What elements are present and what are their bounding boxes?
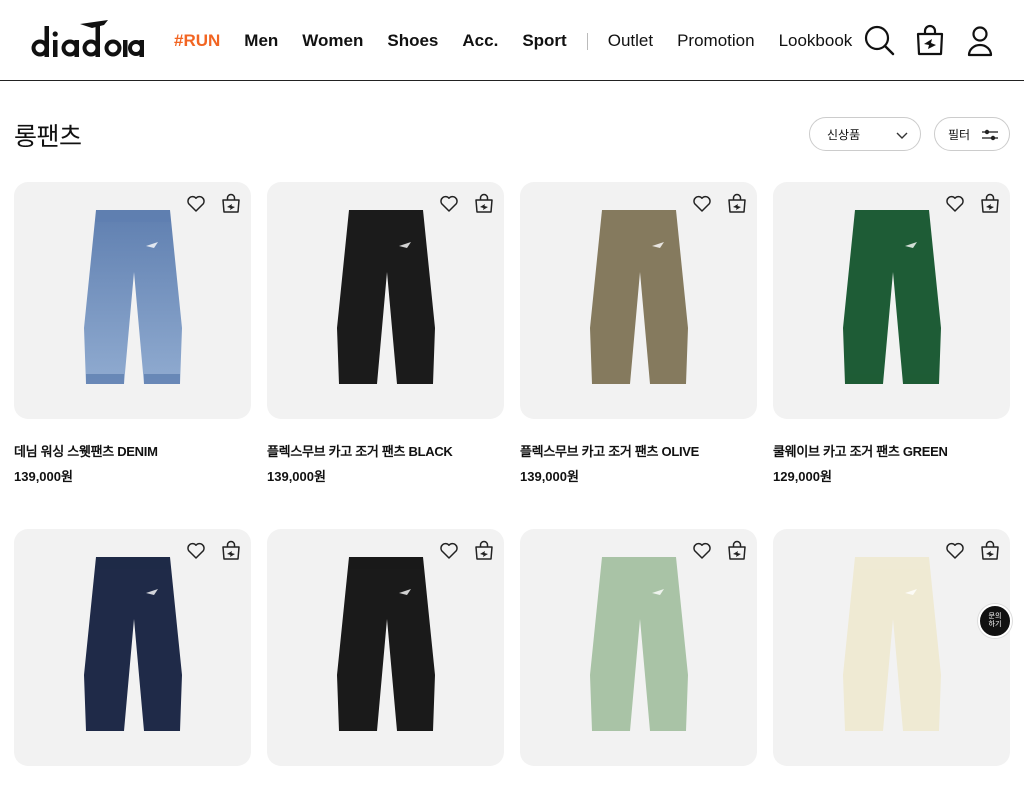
filter-sliders-icon: [982, 129, 998, 141]
wishlist-heart-icon[interactable]: [945, 194, 965, 213]
add-to-cart-icon[interactable]: [474, 193, 494, 214]
wishlist-heart-icon[interactable]: [692, 541, 712, 560]
add-to-cart-icon[interactable]: [727, 540, 747, 561]
add-to-cart-icon[interactable]: [221, 540, 241, 561]
pants-image: [336, 557, 435, 731]
product-card[interactable]: 플렉스무브 카고 조거 팬츠 BLACK 139,000원: [267, 182, 504, 485]
product-name[interactable]: 쿨웨이브 카고 조거 팬츠 GREEN: [773, 441, 1010, 460]
nav-lookbook[interactable]: Lookbook: [779, 31, 853, 51]
nav-shoes[interactable]: Shoes: [387, 31, 438, 51]
main-nav: #RUN Men Women Shoes Acc. Sport Outlet P…: [174, 30, 876, 52]
product-image[interactable]: [267, 529, 504, 766]
pants-image: [83, 210, 182, 384]
wishlist-heart-icon[interactable]: [186, 541, 206, 560]
nav-men[interactable]: Men: [244, 31, 278, 51]
sort-dropdown[interactable]: 신상품: [809, 117, 921, 151]
pants-image: [842, 210, 941, 384]
product-image[interactable]: [14, 529, 251, 766]
product-card[interactable]: [520, 529, 757, 788]
wishlist-heart-icon[interactable]: [692, 194, 712, 213]
product-image[interactable]: [773, 529, 1010, 766]
add-to-cart-icon[interactable]: [727, 193, 747, 214]
nav-women[interactable]: Women: [302, 31, 363, 51]
product-card[interactable]: [773, 529, 1010, 788]
product-image[interactable]: [773, 182, 1010, 419]
chat-inquiry-button[interactable]: 문의 하기: [978, 604, 1012, 638]
product-card[interactable]: 플렉스무브 카고 조거 팬츠 OLIVE 139,000원: [520, 182, 757, 485]
filter-button[interactable]: 필터: [934, 117, 1010, 151]
product-image[interactable]: [14, 182, 251, 419]
pants-image: [842, 557, 941, 731]
search-icon[interactable]: [864, 23, 896, 57]
wishlist-heart-icon[interactable]: [945, 541, 965, 560]
product-card[interactable]: 데님 워싱 스웻팬츠 DENIM 139,000원: [14, 182, 251, 485]
product-price: 139,000원: [14, 469, 73, 484]
wishlist-heart-icon[interactable]: [439, 541, 459, 560]
chat-label-line1: 문의: [988, 613, 1002, 620]
chat-label-line2: 하기: [988, 621, 1002, 628]
add-to-cart-icon[interactable]: [221, 193, 241, 214]
nav-sport[interactable]: Sport: [522, 31, 566, 51]
nav-divider: [586, 32, 588, 50]
product-image[interactable]: [520, 529, 757, 766]
filter-label: 필터: [948, 127, 971, 142]
pants-image: [83, 557, 182, 731]
pants-image: [589, 557, 688, 731]
product-price: 129,000원: [773, 469, 832, 484]
product-card[interactable]: [14, 529, 251, 788]
add-to-cart-icon[interactable]: [980, 193, 1000, 214]
product-price: 139,000원: [520, 469, 579, 484]
nav-acc[interactable]: Acc.: [462, 31, 498, 51]
shopping-bag-icon[interactable]: [914, 23, 946, 57]
pants-image: [336, 210, 435, 384]
nav-outlet[interactable]: Outlet: [608, 31, 653, 51]
product-name[interactable]: 데님 워싱 스웻팬츠 DENIM: [14, 441, 251, 460]
site-header: #RUN Men Women Shoes Acc. Sport Outlet P…: [0, 0, 1024, 81]
wishlist-heart-icon[interactable]: [186, 194, 206, 213]
product-card[interactable]: [267, 529, 504, 788]
pants-image: [589, 210, 688, 384]
header-icons: [864, 23, 1014, 57]
diadora-logo[interactable]: [30, 18, 144, 60]
add-to-cart-icon[interactable]: [980, 540, 1000, 561]
product-name[interactable]: 플렉스무브 카고 조거 팬츠 OLIVE: [520, 441, 757, 460]
nav-run[interactable]: #RUN: [174, 31, 220, 51]
sort-label: 신상품: [827, 127, 861, 142]
page-title: 롱팬츠: [14, 123, 82, 151]
product-image[interactable]: [267, 182, 504, 419]
chevron-down-icon: [896, 132, 908, 139]
product-image[interactable]: [520, 182, 757, 419]
product-price: 139,000원: [267, 469, 326, 484]
product-card[interactable]: 쿨웨이브 카고 조거 팬츠 GREEN 129,000원: [773, 182, 1010, 485]
nav-promotion[interactable]: Promotion: [677, 31, 754, 51]
add-to-cart-icon[interactable]: [474, 540, 494, 561]
user-icon[interactable]: [964, 23, 996, 57]
product-name[interactable]: 플렉스무브 카고 조거 팬츠 BLACK: [267, 441, 504, 460]
wishlist-heart-icon[interactable]: [439, 194, 459, 213]
